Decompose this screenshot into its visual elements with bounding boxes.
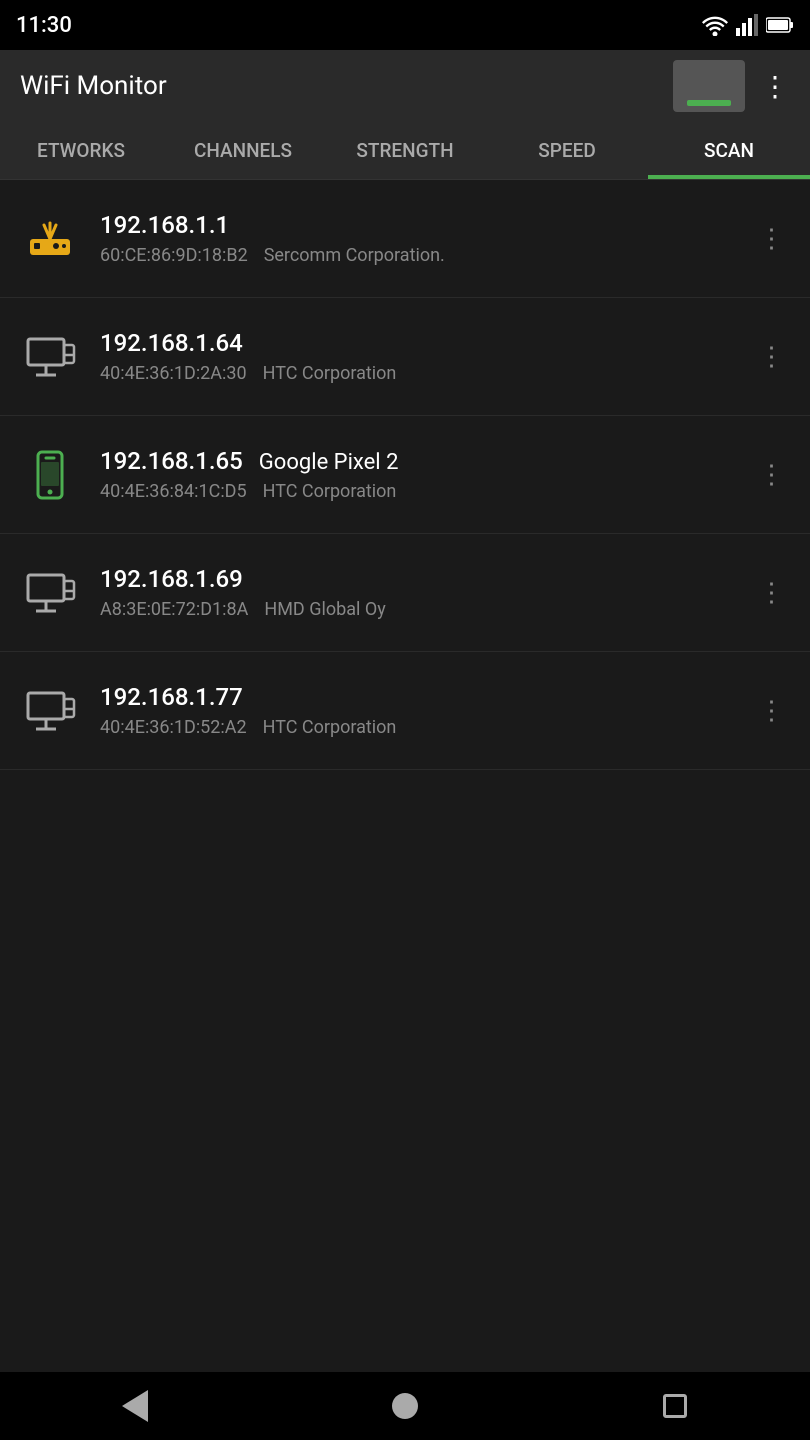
device-vendor: HTC Corporation (263, 717, 397, 738)
device-info: 192.168.1.1 60:CE:86:9D:18:B2 Sercomm Co… (100, 211, 754, 266)
tab-bar: ETWORKS CHANNELS STRENGTH SPEED SCAN (0, 122, 810, 180)
device-vendor: HTC Corporation (263, 481, 397, 502)
device-more-button[interactable]: ⋮ (754, 226, 790, 252)
nav-recents-button[interactable] (645, 1376, 705, 1436)
table-row: 192.168.1.69 A8:3E:0E:72:D1:8A HMD Globa… (0, 534, 810, 652)
battery-status-icon (766, 17, 794, 33)
more-dots-icon: ⋮ (759, 226, 786, 252)
table-row: 192.168.1.65 Google Pixel 2 40:4E:36:84:… (0, 416, 810, 534)
device-ip: 192.168.1.69 (100, 565, 243, 593)
device-mac: 40:4E:36:1D:52:A2 (100, 717, 247, 738)
device-ip: 192.168.1.64 (100, 329, 243, 357)
device-info: 192.168.1.69 A8:3E:0E:72:D1:8A HMD Globa… (100, 565, 754, 620)
device-icon-desktop2 (20, 563, 80, 623)
table-row: 192.168.1.64 40:4E:36:1D:2A:30 HTC Corpo… (0, 298, 810, 416)
recents-square-icon (663, 1394, 687, 1418)
device-name: Google Pixel 2 (259, 450, 399, 475)
device-vendor: HTC Corporation (263, 363, 397, 384)
router-icon (24, 213, 76, 265)
tab-channels[interactable]: CHANNELS (162, 122, 324, 179)
device-icon-router (20, 209, 80, 269)
tab-networks[interactable]: ETWORKS (0, 122, 162, 179)
device-list-container: 192.168.1.1 60:CE:86:9D:18:B2 Sercomm Co… (0, 180, 810, 1372)
table-row: 192.168.1.77 40:4E:36:1D:52:A2 HTC Corpo… (0, 652, 810, 770)
more-dots-icon: ⋮ (759, 580, 786, 606)
more-dots-icon: ⋮ (759, 462, 786, 488)
device-more-button[interactable]: ⋮ (754, 580, 790, 606)
nav-back-button[interactable] (105, 1376, 165, 1436)
wifi-status-icon (702, 14, 728, 36)
device-ip: 192.168.1.65 (100, 447, 243, 475)
status-bar: 11:30 (0, 0, 810, 50)
device-mac: 60:CE:86:9D:18:B2 (100, 245, 248, 266)
device-more-button[interactable]: ⋮ (754, 698, 790, 724)
device-icon-desktop (20, 327, 80, 387)
device-icon-desktop3 (20, 681, 80, 741)
header-actions: ⋮ (673, 60, 790, 112)
device-ip: 192.168.1.77 (100, 683, 243, 711)
bottom-nav (0, 1372, 810, 1440)
screenshot-button[interactable] (673, 60, 745, 112)
more-dots-icon: ⋮ (759, 698, 786, 724)
status-icons (702, 14, 794, 36)
device-info: 192.168.1.77 40:4E:36:1D:52:A2 HTC Corpo… (100, 683, 754, 738)
device-more-button[interactable]: ⋮ (754, 344, 790, 370)
desktop2-icon (24, 567, 76, 619)
desktop3-icon (24, 685, 76, 737)
signal-status-icon (736, 14, 758, 36)
header-more-button[interactable]: ⋮ (761, 70, 790, 103)
device-ip: 192.168.1.1 (100, 211, 229, 239)
home-circle-icon (392, 1393, 418, 1419)
device-info: 192.168.1.65 Google Pixel 2 40:4E:36:84:… (100, 447, 754, 502)
device-info: 192.168.1.64 40:4E:36:1D:2A:30 HTC Corpo… (100, 329, 754, 384)
more-dots-icon: ⋮ (759, 344, 786, 370)
device-vendor: Sercomm Corporation. (264, 245, 445, 266)
screenshot-btn-bar (687, 100, 731, 106)
phone-icon (24, 449, 76, 501)
tab-strength[interactable]: STRENGTH (324, 122, 486, 179)
device-icon-phone (20, 445, 80, 505)
app-header: WiFi Monitor ⋮ (0, 50, 810, 122)
tab-scan[interactable]: SCAN (648, 122, 810, 179)
desktop-icon (24, 331, 76, 383)
device-list: 192.168.1.1 60:CE:86:9D:18:B2 Sercomm Co… (0, 180, 810, 770)
app-title: WiFi Monitor (20, 71, 167, 101)
back-arrow-icon (122, 1390, 148, 1422)
device-mac: A8:3E:0E:72:D1:8A (100, 599, 248, 620)
device-mac: 40:4E:36:1D:2A:30 (100, 363, 247, 384)
table-row: 192.168.1.1 60:CE:86:9D:18:B2 Sercomm Co… (0, 180, 810, 298)
device-vendor: HMD Global Oy (264, 599, 385, 620)
device-mac: 40:4E:36:84:1C:D5 (100, 481, 247, 502)
nav-home-button[interactable] (375, 1376, 435, 1436)
tab-speed[interactable]: SPEED (486, 122, 648, 179)
device-more-button[interactable]: ⋮ (754, 462, 790, 488)
status-time: 11:30 (16, 13, 72, 38)
